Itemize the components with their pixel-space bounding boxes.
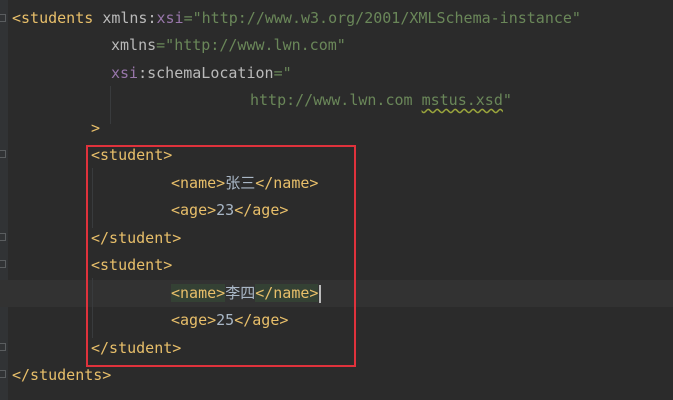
code-line-6[interactable]: <student> bbox=[91, 144, 172, 166]
name-value: 张三 bbox=[225, 174, 256, 192]
student-open-tag: <student> bbox=[91, 256, 173, 274]
code-line-3[interactable]: xsi:schemaLocation=" bbox=[111, 62, 292, 84]
code-line-5[interactable]: > bbox=[91, 117, 100, 139]
code-line-13[interactable]: </student> bbox=[91, 337, 181, 359]
fold-marker-icon[interactable] bbox=[0, 370, 6, 378]
fold-marker-icon[interactable] bbox=[0, 343, 6, 351]
code-editor[interactable]: <students xmlns:xsi="http://www.w3.org/2… bbox=[0, 0, 673, 400]
code-line-7[interactable]: <name>张三</name> bbox=[171, 172, 318, 194]
code-line-4[interactable]: http://www.lwn.com mstus.xsd" bbox=[250, 89, 512, 111]
student-open-tag: <student> bbox=[91, 146, 173, 164]
code-line-2[interactable]: xmlns="http://www.lwn.com" bbox=[111, 34, 346, 56]
students-open-tag: <students bbox=[12, 9, 94, 27]
xsi-namespace-value: http://www.w3.org/2001/XMLSchema-instanc… bbox=[201, 9, 572, 27]
code-line-1[interactable]: <students xmlns:xsi="http://www.w3.org/2… bbox=[12, 7, 581, 29]
default-namespace-value: http://www.lwn.com bbox=[174, 36, 337, 54]
indent-guide bbox=[92, 278, 93, 338]
fold-marker-icon[interactable] bbox=[0, 233, 6, 241]
code-line-10[interactable]: <student> bbox=[91, 254, 172, 276]
age-value: 23 bbox=[216, 201, 235, 219]
student-close-tag: </student> bbox=[91, 229, 182, 247]
student-close-tag: </student> bbox=[91, 339, 182, 357]
age-value: 25 bbox=[216, 311, 235, 329]
schema-file-reference: mstus.xsd bbox=[421, 91, 503, 109]
fold-gutter bbox=[0, 0, 8, 400]
code-line-9[interactable]: </student> bbox=[91, 227, 181, 249]
code-line-14[interactable]: </students> bbox=[12, 364, 111, 386]
current-line-highlight bbox=[0, 280, 673, 307]
indent-guide bbox=[92, 168, 93, 228]
fold-marker-icon[interactable] bbox=[0, 150, 6, 158]
code-line-12[interactable]: <age>25</age> bbox=[171, 309, 288, 331]
name-value: 李四 bbox=[225, 284, 256, 302]
text-cursor bbox=[319, 284, 322, 303]
fold-marker-icon[interactable] bbox=[0, 14, 6, 22]
indent-guide bbox=[110, 86, 111, 124]
code-line-8[interactable]: <age>23</age> bbox=[171, 199, 288, 221]
students-close-tag: </students> bbox=[12, 366, 112, 384]
fold-marker-icon[interactable] bbox=[0, 260, 6, 268]
code-line-11[interactable]: <name>李四</name> bbox=[171, 282, 322, 304]
schema-location-attribute: schemaLocation bbox=[147, 64, 274, 82]
